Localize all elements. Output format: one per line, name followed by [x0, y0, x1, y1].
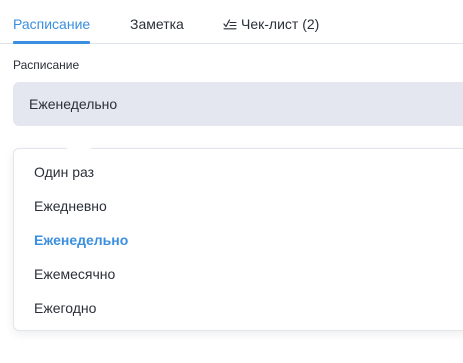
tab-note[interactable]: Заметка: [130, 16, 184, 32]
tab-bar: Расписание Заметка Чек-лист (2): [0, 0, 463, 44]
option-once[interactable]: Один раз: [34, 163, 94, 181]
tab-checklist[interactable]: Чек-лист (2): [223, 16, 319, 32]
schedule-dropdown-menu: Один раз Ежедневно Еженедельно Ежемесячн…: [13, 142, 463, 331]
checklist-icon: [223, 17, 237, 30]
option-monthly-label: Ежемесячно: [34, 266, 116, 282]
option-daily-label: Ежедневно: [34, 198, 107, 214]
option-daily[interactable]: Ежедневно: [34, 197, 107, 215]
option-yearly[interactable]: Ежегодно: [34, 299, 96, 317]
tab-checklist-label: Чек-лист (2): [241, 16, 320, 32]
active-tab-indicator: [13, 41, 90, 44]
option-weekly-label: Еженедельно: [34, 232, 129, 248]
option-weekly[interactable]: Еженедельно: [34, 231, 128, 249]
option-once-label: Один раз: [34, 164, 95, 180]
schedule-select[interactable]: Еженедельно: [13, 82, 463, 126]
schedule-select-value: Еженедельно: [29, 96, 118, 112]
schedule-field-label: Расписание: [13, 58, 80, 72]
option-monthly[interactable]: Ежемесячно: [34, 265, 115, 283]
option-yearly-label: Ежегодно: [34, 300, 97, 316]
tab-schedule-label: Расписание: [13, 16, 91, 32]
tab-note-label: Заметка: [130, 16, 184, 32]
tab-schedule[interactable]: Расписание: [13, 16, 90, 32]
dropdown-notch: [66, 142, 92, 156]
